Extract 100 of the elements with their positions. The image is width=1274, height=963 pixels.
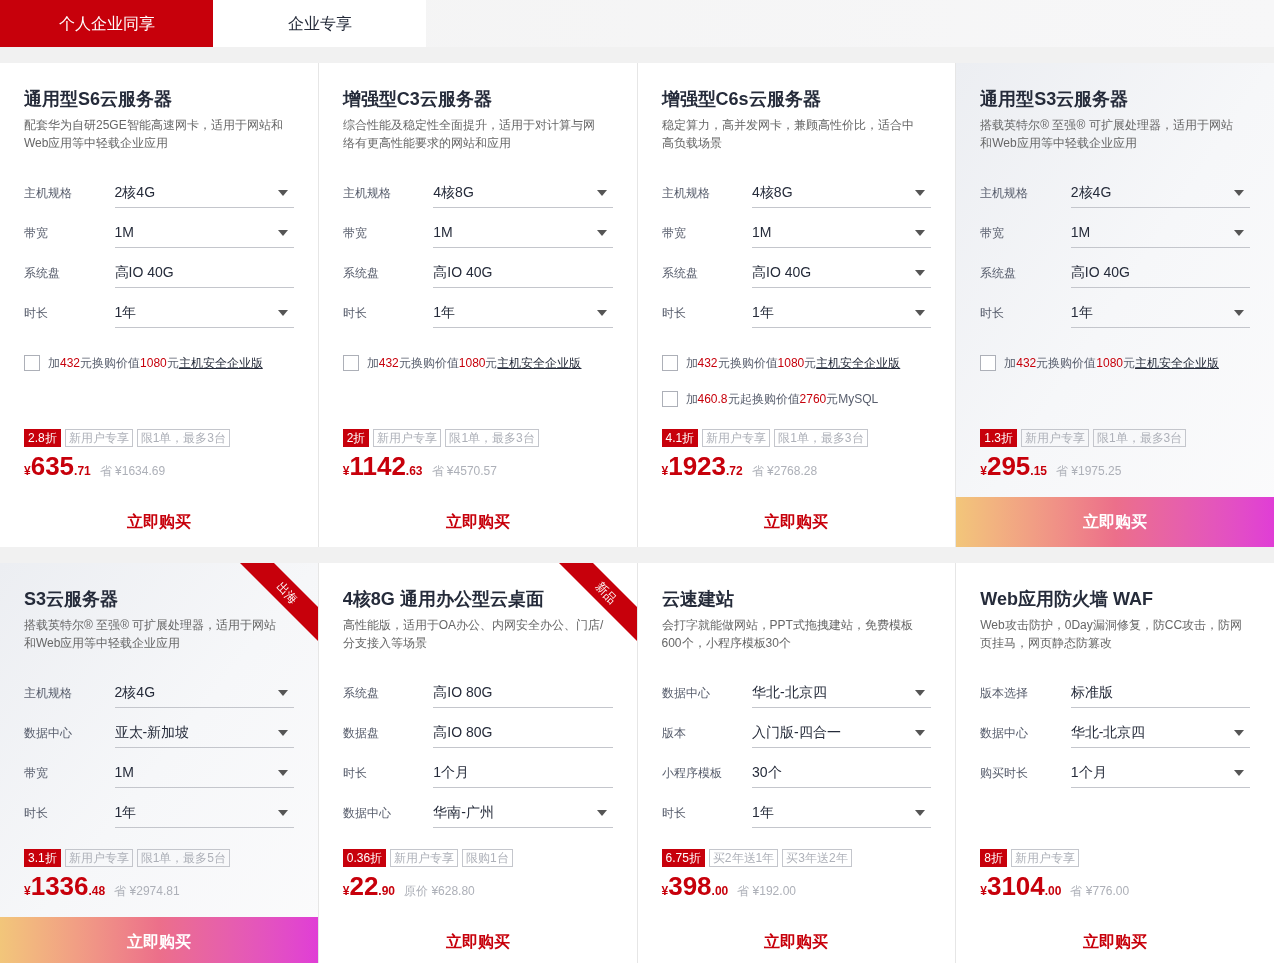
dropdown-caret-icon [277,769,288,776]
product-link[interactable]: 主机安全企业版 [497,356,582,370]
price-cents: .71 [74,464,91,480]
select-field[interactable]: 1年 [1070,298,1250,328]
select-field[interactable]: 华北-北京四 [1070,718,1250,748]
currency-symbol: ¥ [342,464,350,480]
dropdown-caret-icon [915,809,926,816]
add-on-offer: 加432元换购价值1080元主机安全企业版 [685,355,901,372]
tab[interactable]: 企业专享 [213,0,426,47]
promo-tag: 限1单，最多3台 [136,429,231,447]
field-label: 系统盘 [342,685,380,702]
currency-symbol: ¥ [661,464,669,480]
value-field: 高IO 80G [433,678,613,708]
select-field[interactable]: 1M [114,218,294,248]
select-field[interactable]: 入门版-四合一 [752,718,932,748]
card-description: 高性能版，适用于OA办公、内网安全办公、门店/分支接入等场景 [342,617,605,652]
card-title: 增强型C3云服务器 [342,88,492,111]
discount-badge: 2.8折 [24,429,61,447]
select-field[interactable]: 1年 [752,298,932,328]
select-field[interactable]: 华北-北京四 [752,678,932,708]
price: 1142 [349,451,406,481]
select-field[interactable]: 华南-广州 [433,798,613,828]
select-field[interactable]: 1个月 [1070,758,1250,788]
field-label: 系统盘 [24,265,61,282]
savings-text: 原价 ¥628.80 [404,883,475,900]
field-label: 系统盘 [342,265,380,282]
dropdown-caret-icon [277,729,288,736]
price: 1923 [668,451,727,481]
select-field[interactable]: 1年 [433,298,613,328]
select-field[interactable]: 1M [752,218,932,248]
dropdown-caret-icon [915,729,926,736]
dropdown-caret-icon [915,229,926,236]
card-title: 4核8G 通用办公型云桌面 [342,588,544,611]
select-field[interactable]: 2核4G [1070,178,1250,208]
field-label: 版本选择 [980,685,1030,702]
select-field[interactable]: 1年 [752,798,932,828]
select-field[interactable]: 4核8G [752,178,932,208]
discount-badge: 2折 [342,429,370,447]
card-description: 综合性能及稳定性全面提升，适用于对计算与网络有更高性能要求的网站和应用 [342,117,596,152]
product-link[interactable]: 主机安全企业版 [178,356,263,370]
dropdown-caret-icon [596,189,607,196]
savings-text: 省 ¥1634.69 [99,463,166,480]
field-label: 带宽 [24,225,49,242]
card-description: 稳定算力，高并发网卡，兼顾高性价比，适合中高负载场景 [661,117,915,152]
currency-symbol: ¥ [24,464,31,480]
select-field[interactable]: 1M [114,758,294,788]
field-label: 主机规格 [980,185,1030,202]
promo-tag: 限1单，最多3台 [445,429,539,447]
dropdown-caret-icon [1234,729,1244,736]
value-field: 30个 [752,758,932,788]
select-field[interactable]: 亚太-新加坡 [114,718,294,748]
value-field: 1个月 [433,758,613,788]
select-field[interactable]: 4核8G [433,178,613,208]
field-label: 时长 [661,305,687,322]
value-field: 高IO 40G [433,258,613,288]
checkbox[interactable] [342,355,359,371]
field-label: 数据中心 [661,685,711,702]
product-link[interactable]: 主机安全企业版 [1135,356,1219,370]
dropdown-caret-icon [596,309,607,316]
dropdown-caret-icon [1234,189,1244,196]
select-field[interactable]: 2核4G [114,678,294,708]
promo-tag: 新用户专享 [1010,849,1079,867]
card-title: 增强型C6s云服务器 [661,88,821,111]
currency-symbol: ¥ [661,884,669,900]
savings-text: 省 ¥2768.28 [751,463,818,480]
card-description: Web攻击防护，0Day漏洞修复，防CC攻击，防网页挂马，网页静态防篡改 [980,617,1243,652]
currency-symbol: ¥ [980,884,987,900]
add-on-offer: 加432元换购价值1080元主机安全企业版 [48,355,263,372]
savings-text: 省 ¥2974.81 [114,883,180,900]
promo-tag: 限购1台 [462,849,513,867]
value-field: 高IO 40G [1070,258,1250,288]
discount-badge: 0.36折 [342,849,387,867]
dropdown-caret-icon [1234,769,1244,776]
select-field[interactable]: 1年 [114,798,294,828]
price-cents: .48 [88,884,106,900]
select-field[interactable]: 1M [433,218,613,248]
dropdown-caret-icon [277,229,288,236]
select-field[interactable]: 高IO 40G [752,258,932,288]
promo-tag: 买3年送2年 [782,849,852,867]
select-field[interactable]: 1年 [114,298,294,328]
price: 22 [349,871,379,901]
checkbox[interactable] [661,355,678,371]
tab[interactable]: 个人企业同享 [0,0,213,47]
checkbox[interactable] [980,355,997,371]
card-description: 搭载英特尔® 至强® 可扩展处理器，适用于网站和Web应用等中轻载企业应用 [24,617,278,652]
dropdown-caret-icon [277,309,288,316]
discount-badge: 4.1折 [661,429,699,447]
checkbox[interactable] [24,355,40,371]
price-cents: .72 [726,464,743,480]
product-link[interactable]: 主机安全企业版 [816,356,901,370]
field-label: 版本 [661,725,687,742]
select-field[interactable]: 2核4G [114,178,294,208]
select-field[interactable]: 1M [1070,218,1250,248]
value-field: 高IO 40G [114,258,294,288]
price: 635 [30,451,75,481]
discount-badge: 6.75折 [661,849,705,867]
checkbox[interactable] [661,391,678,407]
price: 295 [986,451,1031,481]
dropdown-caret-icon [596,809,607,816]
field-label: 带宽 [661,225,687,242]
